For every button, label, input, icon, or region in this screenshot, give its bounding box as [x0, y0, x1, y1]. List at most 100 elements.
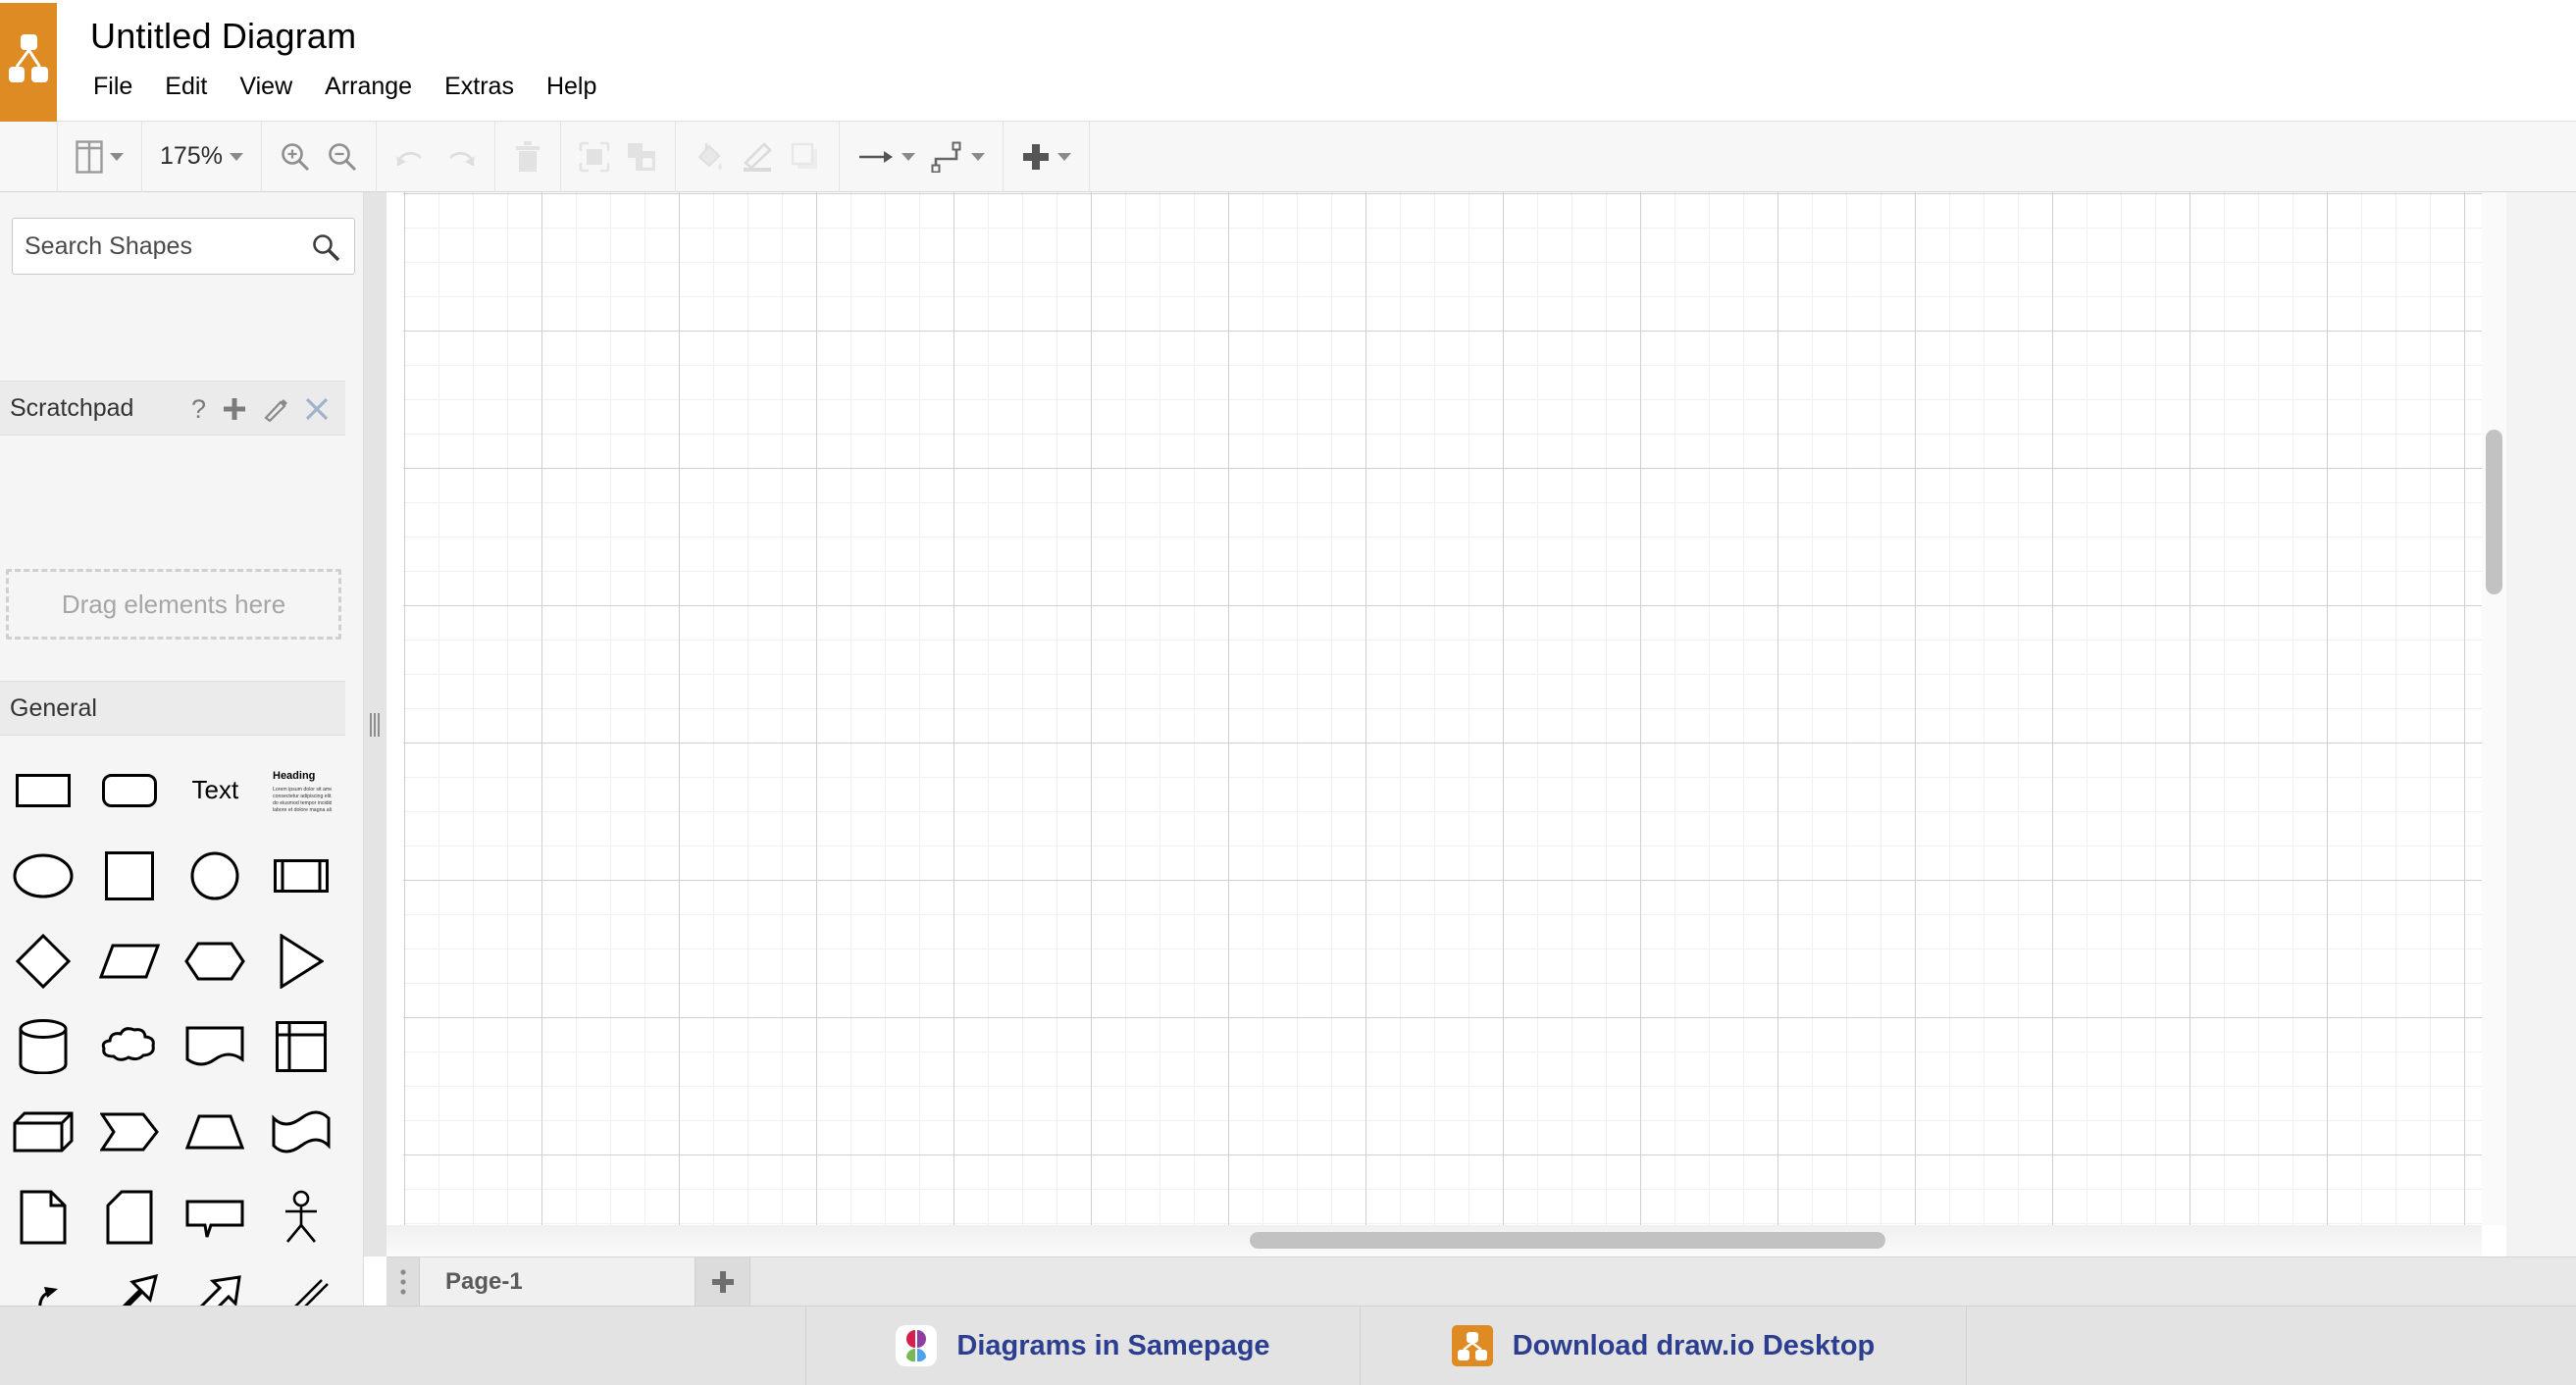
- add-page-button[interactable]: [696, 1257, 750, 1306]
- shape-card[interactable]: [86, 1174, 173, 1259]
- shape-row: [0, 918, 344, 1003]
- shape-row: [0, 1089, 344, 1174]
- pen-icon: [743, 141, 772, 172]
- zoom-in-button[interactable]: [272, 131, 319, 182]
- shape-ellipse[interactable]: [0, 833, 86, 918]
- canvas-vertical-scrollbar-track[interactable]: [2482, 192, 2506, 1225]
- canvas-horizontal-scrollbar-thumb[interactable]: [1250, 1232, 1885, 1249]
- shape-document[interactable]: [173, 1003, 259, 1089]
- drawio-tree-logo-icon: [9, 34, 48, 82]
- menu-edit[interactable]: Edit: [165, 71, 225, 103]
- shape-diamond[interactable]: [0, 918, 86, 1003]
- shape-textbox[interactable]: Heading Lorem ipsum dolor sit amet, cons…: [258, 747, 344, 833]
- scratchpad-drop-text: Drag elements here: [61, 589, 286, 619]
- scratchpad-drop-area[interactable]: Drag elements here: [6, 569, 341, 640]
- zoom-level-button[interactable]: 175%: [152, 131, 251, 182]
- arrow-icon: [858, 150, 893, 163]
- shape-hexagon[interactable]: [173, 918, 259, 1003]
- shape-callout[interactable]: [173, 1174, 259, 1259]
- menu-arrange[interactable]: Arrange: [325, 71, 430, 103]
- menu-help[interactable]: Help: [546, 71, 614, 103]
- line-color-button[interactable]: [733, 131, 782, 182]
- toolbar-group-connection: [840, 121, 1004, 192]
- shape-cloud[interactable]: [86, 1003, 173, 1089]
- pages-icon: [76, 139, 103, 174]
- undo-icon: [395, 151, 423, 166]
- search-icon[interactable]: [311, 232, 340, 262]
- bring-to-front-button[interactable]: [571, 131, 618, 182]
- shape-note[interactable]: [0, 1174, 86, 1259]
- footer-link-samepage[interactable]: Diagrams in Samepage: [806, 1307, 1361, 1385]
- chevron-down-icon: [970, 152, 985, 161]
- shape-trapezoid[interactable]: [173, 1089, 259, 1174]
- scratchpad-title: Scratchpad: [10, 393, 134, 422]
- footer-link-drawio-desktop[interactable]: Download draw.io Desktop: [1361, 1307, 1967, 1385]
- chevron-down-icon: [901, 152, 915, 161]
- view-pages-button[interactable]: [68, 131, 131, 182]
- redo-button[interactable]: [436, 131, 485, 182]
- shape-square[interactable]: [86, 833, 173, 918]
- delete-button[interactable]: [505, 131, 550, 182]
- connection-style-button[interactable]: [850, 131, 923, 182]
- shape-tape[interactable]: [258, 1089, 344, 1174]
- scratchpad-header[interactable]: Scratchpad ?: [0, 381, 345, 436]
- scratchpad-actions: ?: [191, 382, 330, 436]
- waypoints-button[interactable]: [923, 131, 993, 182]
- canvas-grid[interactable]: [403, 192, 2482, 1225]
- canvas-vertical-scrollbar-thumb[interactable]: [2486, 430, 2502, 594]
- search-shapes-box[interactable]: [12, 218, 355, 275]
- shape-rounded-rectangle[interactable]: [86, 747, 173, 833]
- page-title[interactable]: Untitled Diagram: [90, 16, 356, 57]
- samepage-logo-icon: [896, 1325, 938, 1366]
- footer-link-drawio-label: Download draw.io Desktop: [1512, 1329, 1876, 1361]
- svg-text:labore et dolore magna aliqua.: labore et dolore magna aliqua.: [273, 807, 332, 813]
- sidebar-splitter[interactable]: [364, 192, 386, 1257]
- insert-button[interactable]: [1013, 131, 1079, 182]
- canvas-horizontal-scrollbar-track[interactable]: [386, 1225, 2482, 1257]
- shape-cube[interactable]: [0, 1089, 86, 1174]
- shape-rectangle[interactable]: [0, 747, 86, 833]
- drawio-app: Untitled Diagram File Edit View Arrange …: [0, 0, 2576, 1385]
- fill-color-button[interactable]: [686, 131, 733, 182]
- scratchpad-close-icon[interactable]: [304, 396, 330, 422]
- toolbar-group-style: [676, 121, 840, 192]
- diagram-canvas[interactable]: [386, 192, 2576, 1257]
- search-input[interactable]: [25, 219, 309, 274]
- menu-extras[interactable]: Extras: [444, 71, 532, 103]
- shape-circle[interactable]: [173, 833, 259, 918]
- shape-step[interactable]: [86, 1089, 173, 1174]
- shape-row: [0, 1003, 344, 1089]
- page-tab-label: Page-1: [445, 1267, 523, 1295]
- shape-triangle[interactable]: [258, 918, 344, 1003]
- page-menu-button[interactable]: [386, 1257, 420, 1306]
- shape-process[interactable]: [258, 833, 344, 918]
- scratchpad-help-icon[interactable]: ?: [191, 394, 206, 425]
- page-tab-page-1[interactable]: Page-1: [420, 1257, 696, 1306]
- menu-view[interactable]: View: [239, 71, 310, 103]
- shape-text-label: Text: [191, 775, 239, 804]
- footer-link-samepage-label: Diagrams in Samepage: [956, 1329, 1270, 1361]
- menu-file[interactable]: File: [93, 71, 150, 103]
- toolbar-group-insert: [1004, 121, 1090, 192]
- zoom-out-button[interactable]: [319, 131, 366, 182]
- toolbar-group-delete: [495, 121, 561, 192]
- shape-text[interactable]: Text: [173, 747, 259, 833]
- svg-text:do eiusmod tempor incididunt u: do eiusmod tempor incididunt ut: [273, 800, 332, 806]
- drawio-logo[interactable]: [0, 3, 57, 122]
- shape-actor[interactable]: [258, 1174, 344, 1259]
- shape-parallelogram[interactable]: [86, 918, 173, 1003]
- general-section-header[interactable]: General: [0, 681, 345, 736]
- shape-internal-storage[interactable]: [258, 1003, 344, 1089]
- shape-cylinder[interactable]: [0, 1003, 86, 1089]
- shapes-sidebar: Scratchpad ?: [0, 192, 364, 1385]
- svg-text:Heading: Heading: [273, 770, 315, 782]
- paint-bucket-icon: [697, 142, 722, 170]
- scratchpad-add-icon[interactable]: [222, 396, 247, 422]
- undo-button[interactable]: [386, 131, 436, 182]
- search-shapes-container: [0, 218, 364, 279]
- shape-row: [0, 833, 344, 918]
- send-to-back-button[interactable]: [618, 131, 665, 182]
- zoom-in-icon: [282, 142, 310, 171]
- shadow-button[interactable]: [782, 131, 829, 182]
- scratchpad-edit-icon[interactable]: [263, 396, 288, 422]
